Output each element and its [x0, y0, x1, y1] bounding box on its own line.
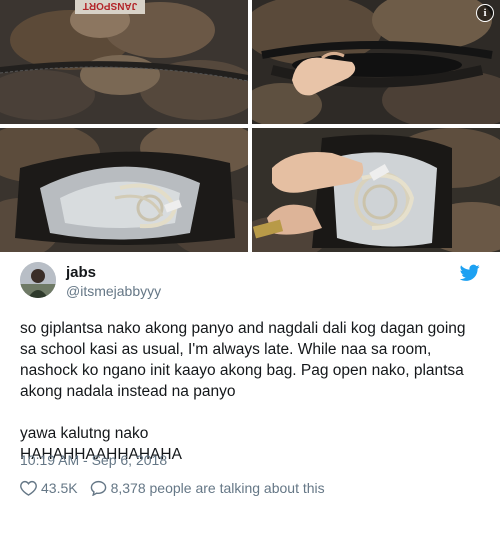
- info-icon[interactable]: i: [476, 4, 494, 22]
- conversation-count: 8,378 people are talking about this: [110, 480, 325, 496]
- tweet-header: jabs @itsmejabbyyy: [20, 262, 480, 302]
- photo-iron-in-bag[interactable]: [0, 128, 248, 252]
- like-count: 43.5K: [41, 480, 78, 496]
- reply-button[interactable]: 8,378 people are talking about this: [90, 480, 325, 496]
- media-grid: JANSPORT i: [0, 0, 500, 252]
- tweet-text: so giplantsa nako akong panyo and nagdal…: [20, 318, 482, 547]
- embedded-tweet: JANSPORT i jabs @itsmejabbyyy so giplant…: [0, 0, 500, 509]
- photo-backpack-top[interactable]: JANSPORT: [0, 0, 248, 124]
- speech-bubble-icon: [90, 480, 106, 496]
- twitter-bird-icon[interactable]: [460, 264, 480, 282]
- like-button[interactable]: 43.5K: [20, 480, 78, 496]
- author-handle[interactable]: @itsmejabbyyy: [66, 283, 161, 299]
- tweet-paragraph-1: so giplantsa nako akong panyo and nagdal…: [20, 320, 466, 400]
- photo-hand-holding-iron-cord[interactable]: [252, 128, 500, 252]
- tweet-actions: 43.5K 8,378 people are talking about thi…: [20, 478, 325, 498]
- heart-icon: [20, 480, 37, 496]
- photo-hand-opening-bag[interactable]: i: [252, 0, 500, 124]
- author-name[interactable]: jabs: [66, 264, 96, 281]
- avatar[interactable]: [20, 262, 56, 298]
- bag-brand-label: JANSPORT: [83, 0, 137, 11]
- tweet-timestamp[interactable]: 10:19 AM - Sep 6, 2018: [20, 452, 167, 468]
